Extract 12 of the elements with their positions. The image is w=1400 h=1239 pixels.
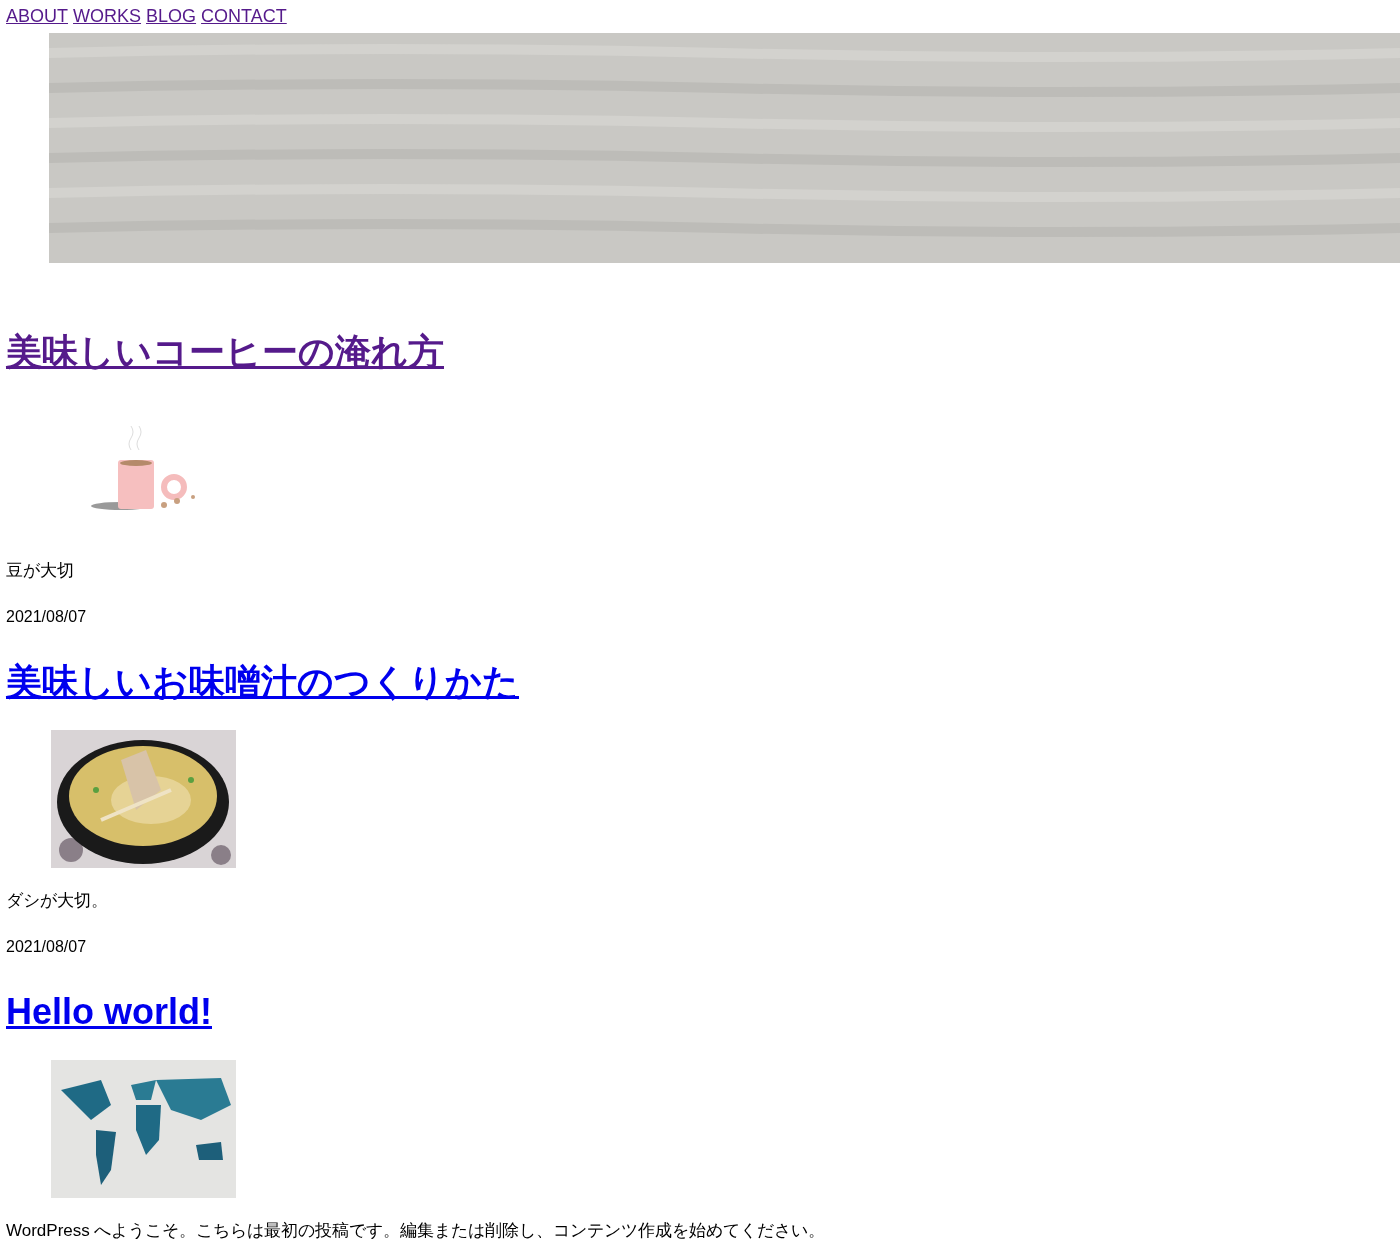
nav-link[interactable]: BLOG: [146, 5, 197, 27]
post-excerpt: WordPress へようこそ。こちらは最初の投稿です。編集または削除し、コンテンツ作成を始めてください。: [6, 1221, 827, 1239]
post-date: 2021/08/07: [6, 937, 88, 957]
nav-link[interactable]: ABOUT: [6, 5, 68, 27]
post-excerpt: 豆が大切: [6, 561, 75, 581]
nav-link[interactable]: CONTACT: [201, 5, 287, 27]
post-title-link[interactable]: 美味しいコーヒーの淹れ方: [6, 331, 444, 372]
nav-link[interactable]: WORKS: [73, 5, 142, 27]
post-excerpt: ダシが大切。: [6, 891, 109, 911]
post-title-link[interactable]: Hello world!: [6, 991, 212, 1032]
post-title-link[interactable]: 美味しいお味噌汁のつくりかた: [6, 661, 519, 702]
post-date: 2021/08/07: [6, 607, 88, 627]
